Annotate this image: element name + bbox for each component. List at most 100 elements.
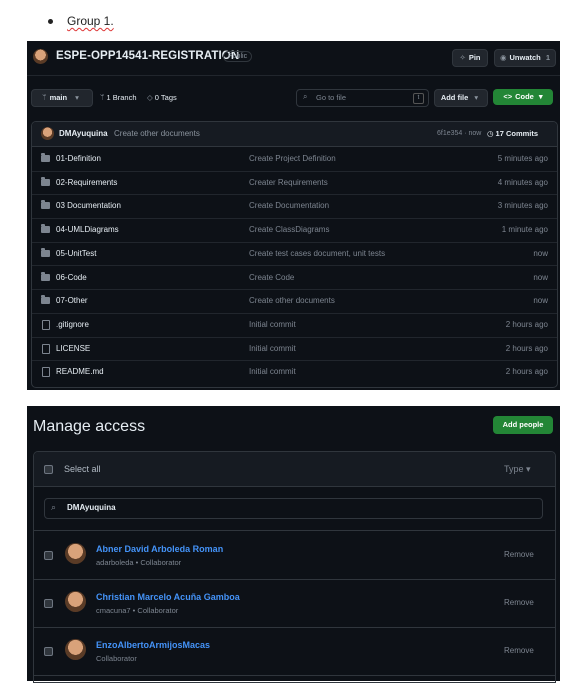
repository-panel: ESPE-OPP14541-REGISTRATION Public ✧ Pin ◉…	[27, 41, 560, 390]
collaborator-name[interactable]: EnzoAlbertoArmijosMacas	[96, 640, 210, 650]
collaborator-avatar[interactable]	[65, 639, 86, 660]
collaborator-checkbox[interactable]	[44, 647, 53, 656]
collaborator-checkbox[interactable]	[44, 551, 53, 560]
branches-link[interactable]: ᛘ1 Branch	[100, 93, 137, 102]
select-all-checkbox[interactable]	[44, 465, 53, 474]
file-row[interactable]: 05-UnitTest Create test cases document, u…	[32, 242, 557, 267]
collaborator-list: Select all Type ▾ ⌕ DMAyuquina Abner Dav…	[33, 451, 556, 683]
search-icon: ⌕	[303, 92, 308, 101]
repo-toolbar: ᛘ main ▾ ᛘ1 Branch ◇ 0 Tags ⌕ Go to file t…	[27, 85, 560, 111]
collaborator-role: cmacuna7 • Collaborator	[96, 606, 179, 615]
collaborator-name[interactable]: Christian Marcelo Acuña Gamboa	[96, 592, 240, 602]
remove-button[interactable]: Remove	[504, 646, 534, 655]
file-commit-message[interactable]: Initial commit	[249, 320, 296, 329]
folder-icon	[41, 224, 50, 234]
branch-select[interactable]: ᛘ main ▾	[31, 89, 93, 107]
remove-button[interactable]: Remove	[504, 550, 534, 559]
collaborator-row: Christian Marcelo Acuña Gamboa cmacuna7 •…	[34, 579, 555, 628]
file-commit-message[interactable]: Create Documentation	[249, 201, 329, 210]
search-icon: ⌕	[51, 502, 57, 512]
unwatch-button[interactable]: ◉ Unwatch 1	[494, 49, 556, 67]
commit-author[interactable]: DMAyuquina	[59, 129, 108, 138]
file-name[interactable]: 07-Other	[56, 296, 88, 305]
file-commit-time: 4 minutes ago	[497, 177, 548, 187]
file-icon	[42, 319, 50, 330]
collaborator-avatar[interactable]	[65, 591, 86, 612]
unwatch-count: 1	[545, 53, 551, 62]
commit-message[interactable]: Create other documents	[114, 129, 200, 138]
file-name[interactable]: LICENSE	[56, 344, 90, 353]
pin-button[interactable]: ✧ Pin	[452, 49, 488, 67]
file-name[interactable]: .gitignore	[56, 320, 89, 329]
file-row[interactable]: 07-Other Create other documents now	[32, 289, 557, 314]
file-row[interactable]: 03 Documentation Create Documentation 3 mi…	[32, 194, 557, 220]
eye-icon: ◉	[499, 53, 507, 62]
file-row[interactable]: .gitignore Initial commit 2 hours ago	[32, 313, 557, 338]
file-row[interactable]: 06-Code Create Code now	[32, 266, 557, 291]
file-commit-time: 2 hours ago	[505, 367, 548, 377]
tags-link[interactable]: ◇ 0 Tags	[147, 93, 177, 102]
collaborator-row: EnzoAlbertoArmijosMacas Collaborator Remov…	[34, 627, 555, 676]
history-icon: ◷	[487, 129, 494, 138]
collaborator-checkbox[interactable]	[44, 599, 53, 608]
file-commit-time: now	[533, 248, 548, 258]
collaborator-name[interactable]: Abner David Arboleda Roman	[96, 544, 223, 554]
file-row[interactable]: 01-Definition Create Project Definition 5 …	[32, 147, 557, 172]
file-row[interactable]: LICENSE Initial commit 2 hours ago	[32, 337, 557, 362]
file-commit-message[interactable]: Creater Requirements	[249, 178, 328, 187]
file-name[interactable]: 03 Documentation	[56, 201, 121, 210]
file-name[interactable]: 05-UnitTest	[56, 249, 96, 258]
commit-avatar[interactable]	[41, 127, 54, 140]
find-collaborator-input[interactable]: ⌕ DMAyuquina	[44, 498, 543, 519]
page-title: Manage access	[33, 418, 146, 435]
branch-icon: ᛘ	[100, 93, 105, 102]
file-commit-time: now	[533, 272, 548, 282]
file-name[interactable]: 01-Definition	[56, 154, 101, 163]
repo-name[interactable]: ESPE-OPP14541-REGISTRATION	[56, 50, 239, 62]
file-name[interactable]: 06-Code	[56, 273, 87, 282]
pin-label: Pin	[468, 53, 481, 62]
file-commit-message[interactable]: Create Project Definition	[249, 154, 336, 163]
file-row[interactable]: 02-Requirements Creater Requirements 4 min…	[32, 171, 557, 196]
add-people-button[interactable]: Add people	[493, 416, 553, 434]
file-commit-message[interactable]: Create ClassDiagrams	[249, 225, 329, 234]
tags-count: 0 Tags	[154, 93, 177, 102]
file-row[interactable]: 04-UMLDiagrams Create ClassDiagrams 1 minu…	[32, 218, 557, 243]
chevron-down-icon: ▾	[75, 93, 79, 102]
branch-label: main	[49, 93, 68, 102]
file-commit-message[interactable]: Initial commit	[249, 344, 296, 353]
shortcut-key: t	[413, 93, 424, 104]
document-bullet: Group 1.	[48, 14, 114, 28]
remove-button[interactable]: Remove	[504, 598, 534, 607]
commits-link[interactable]: ◷ 17 Commits	[487, 129, 538, 138]
go-to-file-input[interactable]: ⌕ Go to file t	[296, 89, 429, 107]
code-button[interactable]: <> Code ▾	[493, 89, 553, 105]
branch-icon: ᛘ	[42, 93, 47, 102]
chevron-down-icon: ▾	[526, 464, 531, 474]
chevron-down-icon: ▾	[474, 93, 479, 102]
collaborator-role: adarboleda • Collaborator	[96, 558, 182, 567]
owner-avatar[interactable]	[33, 49, 48, 64]
file-name[interactable]: 02-Requirements	[56, 178, 117, 187]
file-commit-message[interactable]: Initial commit	[249, 367, 296, 376]
folder-icon	[41, 295, 50, 305]
collaborator-avatar[interactable]	[65, 543, 86, 564]
code-label: Code	[515, 92, 534, 101]
file-commit-time: 2 hours ago	[505, 343, 548, 353]
file-commit-message[interactable]: Create other documents	[249, 296, 335, 305]
file-commit-message[interactable]: Create Code	[249, 273, 294, 282]
search-placeholder: Go to file	[316, 93, 347, 102]
add-file-button[interactable]: Add file ▾	[434, 89, 488, 107]
file-name[interactable]: README.md	[56, 367, 104, 376]
file-row[interactable]: README.md Initial commit 2 hours ago	[32, 360, 557, 384]
add-file-label: Add file	[440, 93, 469, 102]
folder-icon	[41, 153, 50, 162]
tag-icon: ◇	[147, 93, 153, 102]
commit-hash[interactable]: 6f1e354 · now	[437, 130, 481, 137]
file-name[interactable]: 04-UMLDiagrams	[56, 225, 119, 234]
type-filter[interactable]: Type ▾	[504, 464, 531, 475]
file-commit-message[interactable]: Create test cases document, unit tests	[249, 249, 385, 258]
file-icon	[42, 367, 50, 378]
file-commit-time: 2 hours ago	[505, 319, 548, 329]
visibility-badge: Public	[223, 51, 253, 62]
